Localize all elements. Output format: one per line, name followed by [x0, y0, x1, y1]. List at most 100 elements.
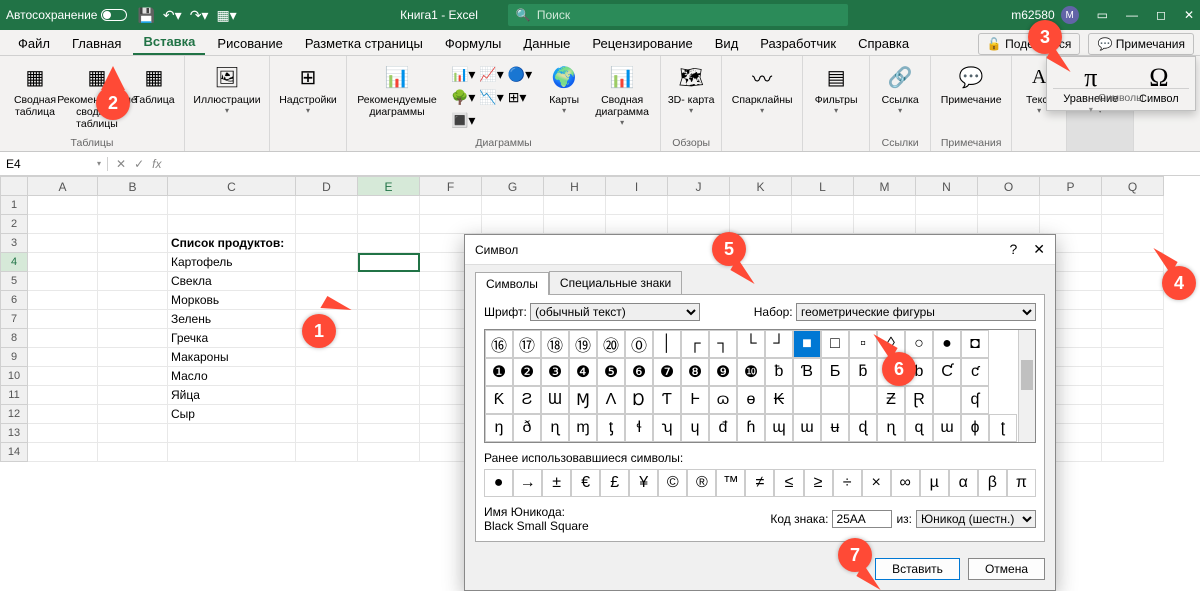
symbol-cell[interactable]: ┐: [709, 330, 737, 358]
cell-E3[interactable]: [358, 234, 420, 253]
cell-A8[interactable]: [28, 329, 98, 348]
cell-Q8[interactable]: [1102, 329, 1164, 348]
recent-symbol[interactable]: ≤: [774, 469, 803, 497]
symbol-cell[interactable]: ƀ: [765, 358, 793, 386]
cell-D13[interactable]: [296, 424, 358, 443]
row-header-6[interactable]: 6: [0, 291, 28, 310]
cell-C12[interactable]: Сыр: [168, 405, 296, 424]
tab-special[interactable]: Специальные знаки: [549, 271, 682, 294]
cell-H2[interactable]: [544, 215, 606, 234]
pivot-chart-button[interactable]: 📊Сводная диаграмма▾: [590, 60, 654, 127]
symbol-cell[interactable]: ɦ: [737, 414, 765, 442]
maximize-icon[interactable]: ◻: [1156, 8, 1166, 22]
symbol-cell[interactable]: Ƙ: [485, 386, 513, 414]
row-header-12[interactable]: 12: [0, 405, 28, 424]
cell-B10[interactable]: [98, 367, 168, 386]
cell-I2[interactable]: [606, 215, 668, 234]
cell-B8[interactable]: [98, 329, 168, 348]
cell-G1[interactable]: [482, 196, 544, 215]
recent-symbol[interactable]: ≠: [745, 469, 774, 497]
tab-symbols[interactable]: Символы: [475, 272, 549, 295]
cell-C6[interactable]: Морковь: [168, 291, 296, 310]
symbol-cell[interactable]: │: [653, 330, 681, 358]
cell-B14[interactable]: [98, 443, 168, 462]
symbol-cell[interactable]: [821, 386, 849, 414]
cell-D4[interactable]: [296, 253, 358, 272]
cell-B6[interactable]: [98, 291, 168, 310]
recent-symbol[interactable]: ∞: [891, 469, 920, 497]
cell-B5[interactable]: [98, 272, 168, 291]
recent-symbol[interactable]: ≥: [804, 469, 833, 497]
cell-C14[interactable]: [168, 443, 296, 462]
link-button[interactable]: 🔗Ссылка▾: [876, 60, 924, 115]
symbol-cell[interactable]: ɱ: [569, 414, 597, 442]
cell-C5[interactable]: Свекла: [168, 272, 296, 291]
symbol-cell[interactable]: ɥ: [681, 414, 709, 442]
symbol-cell[interactable]: ❼: [653, 358, 681, 386]
cell-B1[interactable]: [98, 196, 168, 215]
recent-symbol[interactable]: £: [600, 469, 629, 497]
cell-C7[interactable]: Зелень: [168, 310, 296, 329]
tab-Данные[interactable]: Данные: [513, 32, 580, 55]
cell-A10[interactable]: [28, 367, 98, 386]
col-header-E[interactable]: E: [358, 176, 420, 196]
symbol-cell[interactable]: Ɯ: [541, 386, 569, 414]
recent-symbol[interactable]: €: [571, 469, 600, 497]
recent-symbol[interactable]: ●: [484, 469, 513, 497]
col-header-I[interactable]: I: [606, 176, 668, 196]
cell-I1[interactable]: [606, 196, 668, 215]
cell-O1[interactable]: [978, 196, 1040, 215]
symbol-cell[interactable]: Ƨ: [513, 386, 541, 414]
cell-D5[interactable]: [296, 272, 358, 291]
row-header-10[interactable]: 10: [0, 367, 28, 386]
cell-P1[interactable]: [1040, 196, 1102, 215]
symbol-cell[interactable]: ❷: [513, 358, 541, 386]
cell-A13[interactable]: [28, 424, 98, 443]
symbol-option[interactable]: ΩСимвол: [1139, 63, 1179, 82]
dialog-close-icon[interactable]: ✕: [1033, 241, 1045, 258]
cell-B12[interactable]: [98, 405, 168, 424]
symbol-cell[interactable]: [793, 386, 821, 414]
symbol-cell[interactable]: ⑳: [597, 330, 625, 358]
symbol-cell[interactable]: ❿: [737, 358, 765, 386]
cell-Q13[interactable]: [1102, 424, 1164, 443]
cell-K2[interactable]: [730, 215, 792, 234]
cell-D14[interactable]: [296, 443, 358, 462]
row-header-13[interactable]: 13: [0, 424, 28, 443]
symbol-cell[interactable]: ɋ: [905, 414, 933, 442]
qat-dropdown-icon[interactable]: ▦▾: [216, 7, 236, 24]
cell-B13[interactable]: [98, 424, 168, 443]
cell-F1[interactable]: [420, 196, 482, 215]
cancel-button[interactable]: Отмена: [968, 558, 1045, 580]
recent-symbols[interactable]: ●→±€£¥©®™≠≤≥÷×∞µαβπ: [484, 469, 1036, 497]
symbol-cell[interactable]: ○: [905, 330, 933, 358]
cell-Q14[interactable]: [1102, 443, 1164, 462]
cell-M1[interactable]: [854, 196, 916, 215]
col-header-B[interactable]: B: [98, 176, 168, 196]
tab-Рисование[interactable]: Рисование: [207, 32, 292, 55]
tab-Разметка страницы[interactable]: Разметка страницы: [295, 32, 433, 55]
cell-Q1[interactable]: [1102, 196, 1164, 215]
symbol-cell[interactable]: ʈ: [989, 414, 1017, 442]
col-header-Q[interactable]: Q: [1102, 176, 1164, 196]
cell-H1[interactable]: [544, 196, 606, 215]
cell-F2[interactable]: [420, 215, 482, 234]
col-header-M[interactable]: M: [854, 176, 916, 196]
row-header-11[interactable]: 11: [0, 386, 28, 405]
cell-A9[interactable]: [28, 348, 98, 367]
font-select[interactable]: (обычный текст): [530, 303, 700, 321]
symbol-cell[interactable]: Ɒ: [625, 386, 653, 414]
symbol-cell[interactable]: ●: [933, 330, 961, 358]
tab-Главная[interactable]: Главная: [62, 32, 131, 55]
recent-symbol[interactable]: ×: [862, 469, 891, 497]
cell-C13[interactable]: [168, 424, 296, 443]
cell-A14[interactable]: [28, 443, 98, 462]
symbol-cell[interactable]: └: [737, 330, 765, 358]
symbol-cell[interactable]: ❶: [485, 358, 513, 386]
close-icon[interactable]: ✕: [1184, 8, 1194, 22]
cell-N1[interactable]: [916, 196, 978, 215]
select-all-corner[interactable]: [0, 176, 28, 196]
cell-C8[interactable]: Гречка: [168, 329, 296, 348]
row-header-3[interactable]: 3: [0, 234, 28, 253]
cell-D3[interactable]: [296, 234, 358, 253]
